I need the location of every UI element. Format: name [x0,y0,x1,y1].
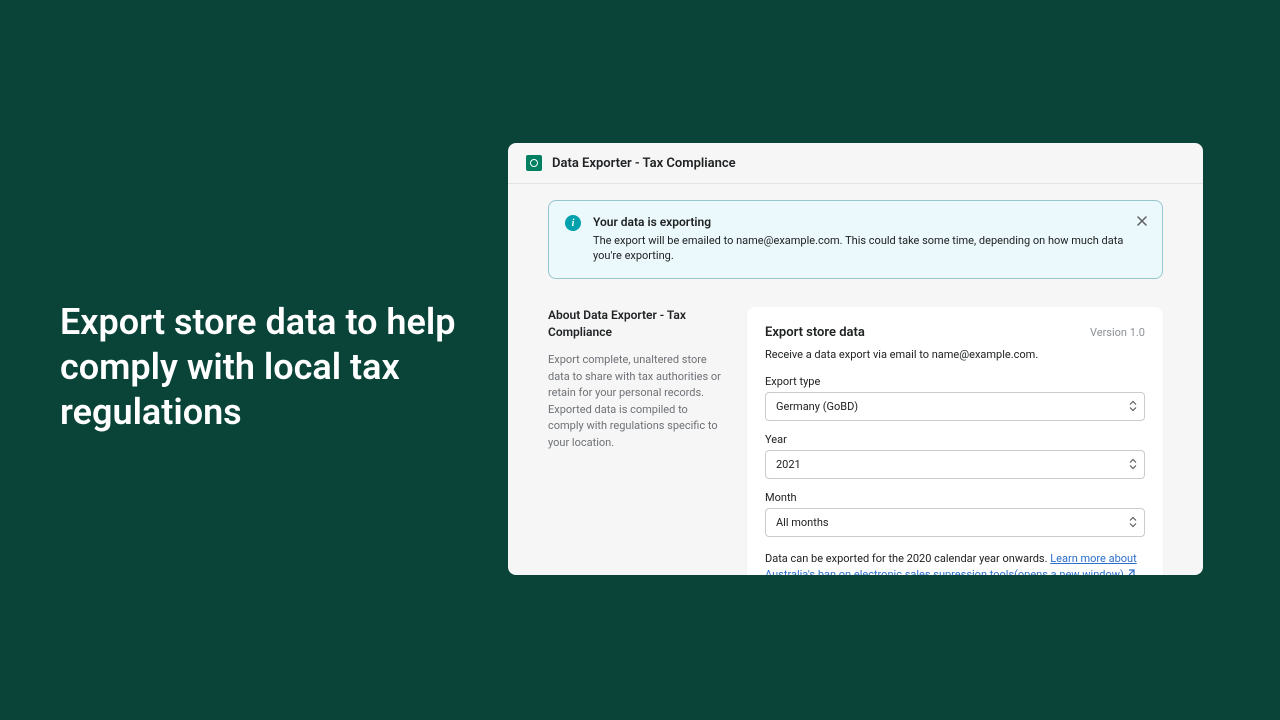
info-text: Export complete, unaltered store data to… [548,352,723,451]
card-description: Receive a data export via email to name@… [765,348,1145,361]
close-icon[interactable] [1134,213,1150,229]
banner-title: Your data is exporting [593,215,1146,229]
year-label: Year [765,433,1145,446]
external-link-icon [1126,567,1136,575]
marketing-headline: Export store data to help comply with lo… [60,300,460,435]
export-card: Export store data Version 1.0 Receive a … [747,307,1163,575]
app-window: Data Exporter - Tax Compliance i Your da… [508,143,1203,575]
banner-text: The export will be emailed to name@examp… [593,233,1146,264]
card-title: Export store data [765,325,865,340]
card-version: Version 1.0 [1090,326,1145,339]
helper-text-prefix: Data can be exported for the 2020 calend… [765,552,1050,565]
app-header: Data Exporter - Tax Compliance [508,143,1203,184]
app-logo-icon [526,155,542,171]
info-banner: i Your data is exporting The export will… [548,200,1163,279]
export-type-select[interactable]: Germany (GoBD) [765,392,1145,421]
export-type-label: Export type [765,375,1145,388]
info-column: About Data Exporter - Tax Compliance Exp… [548,307,723,575]
year-select[interactable]: 2021 [765,450,1145,479]
content-row: About Data Exporter - Tax Compliance Exp… [548,307,1163,575]
info-icon: i [565,215,581,231]
info-title: About Data Exporter - Tax Compliance [548,307,723,341]
app-body: i Your data is exporting The export will… [508,184,1203,575]
month-label: Month [765,491,1145,504]
helper-text: Data can be exported for the 2020 calend… [765,551,1145,575]
app-title: Data Exporter - Tax Compliance [552,156,736,171]
month-select[interactable]: All months [765,508,1145,537]
